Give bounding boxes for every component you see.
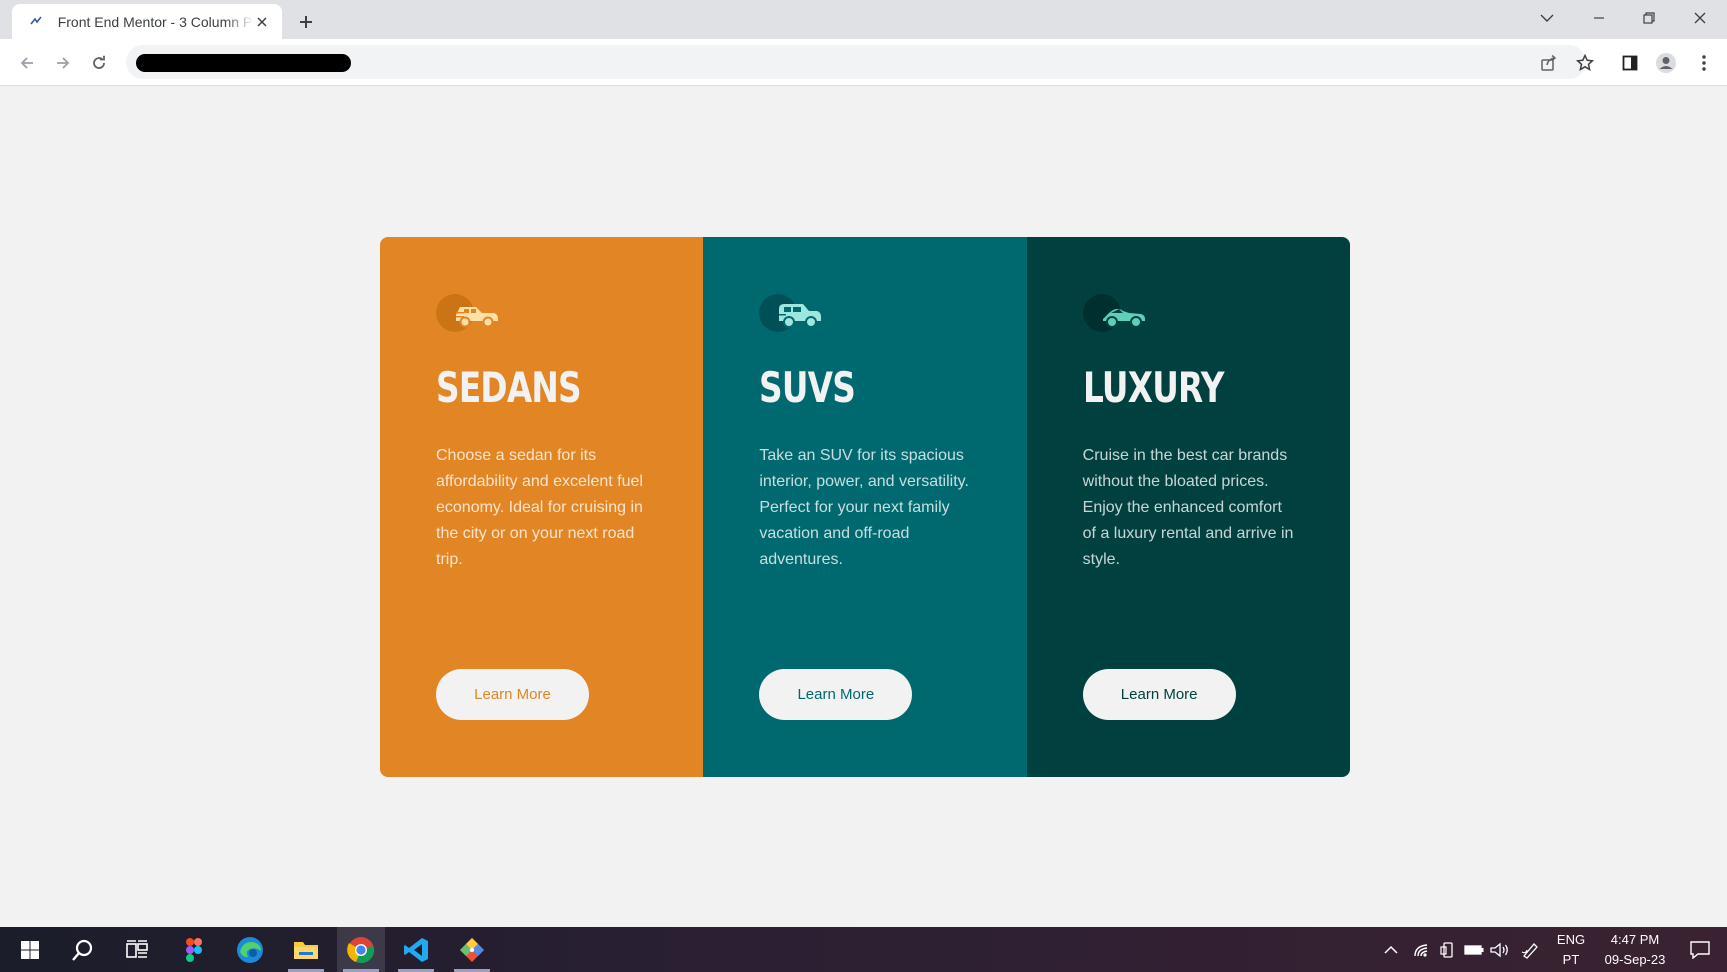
learn-more-button[interactable]: Learn More — [436, 669, 589, 720]
side-panel-icon[interactable] — [1615, 48, 1645, 78]
search-icon[interactable] — [59, 927, 107, 972]
new-tab-button[interactable] — [292, 8, 320, 36]
notifications-icon[interactable] — [1680, 927, 1720, 972]
card-luxury: LUXURY Cruise in the best car brands wit… — [1026, 237, 1350, 777]
profile-icon[interactable] — [1651, 48, 1681, 78]
file-explorer-icon[interactable] — [282, 927, 330, 972]
address-bar[interactable] — [126, 45, 1586, 79]
card-sedans: SEDANS Choose a sedan for its affordabil… — [380, 237, 704, 777]
forward-icon[interactable] — [48, 48, 78, 78]
card-title: SEDANS — [436, 363, 582, 412]
back-icon[interactable] — [12, 48, 42, 78]
reload-icon[interactable] — [84, 48, 114, 78]
card-title: LUXURY — [1082, 363, 1224, 412]
learn-more-button[interactable]: Learn More — [1082, 669, 1236, 720]
learn-more-button[interactable]: Learn More — [759, 669, 913, 720]
language-bottom: PT — [1562, 951, 1580, 967]
phone-link-icon[interactable] — [1436, 927, 1460, 972]
share-icon[interactable] — [1534, 48, 1564, 78]
redacted-url — [136, 54, 351, 72]
sedan-car-icon — [436, 294, 498, 332]
tab-search-icon[interactable] — [1522, 0, 1572, 36]
luxury-car-icon — [1082, 294, 1145, 332]
git-icon[interactable] — [448, 927, 496, 972]
language-top: ENG — [1556, 931, 1586, 947]
chrome-icon[interactable] — [337, 927, 385, 972]
clock-time: 4:47 PM — [1610, 931, 1660, 947]
suv-car-icon — [759, 294, 822, 332]
volume-icon[interactable] — [1488, 927, 1512, 972]
card-description: Choose a sedan for its affordability and… — [436, 447, 643, 568]
wifi-icon[interactable] — [1410, 927, 1434, 972]
preview-card-group: SEDANS Choose a sedan for its affordabil… — [380, 237, 1350, 777]
close-window-icon[interactable] — [1675, 0, 1725, 36]
tab-favicon-icon — [28, 14, 44, 30]
bookmark-star-icon[interactable] — [1570, 48, 1600, 78]
browser-toolbar — [0, 39, 1727, 86]
figma-icon[interactable] — [170, 927, 218, 972]
battery-icon[interactable] — [1462, 927, 1486, 972]
tab-title: Front End Mentor - 3 Column Preview Card — [57, 13, 255, 30]
card-suvs: SUVS Take an SUV for its spacious interi… — [703, 237, 1027, 777]
card-description: Cruise in the best car brands without th… — [1082, 447, 1294, 568]
windows-taskbar: ENG PT 4:47 PM 09-Sep-23 — [0, 927, 1727, 972]
pen-workspace-icon[interactable] — [1518, 927, 1542, 972]
card-description: Take an SUV for its spacious interior, p… — [759, 447, 969, 568]
windows-start-icon[interactable] — [6, 927, 54, 972]
task-view-icon[interactable] — [113, 927, 161, 972]
minimize-icon[interactable] — [1574, 0, 1624, 36]
vscode-icon[interactable] — [392, 927, 440, 972]
input-language[interactable]: ENG PT — [1549, 927, 1593, 972]
edge-icon[interactable] — [226, 927, 274, 972]
browser-tab-bar: Front End Mentor - 3 Column Preview Card — [0, 0, 1727, 39]
clock[interactable]: 4:47 PM 09-Sep-23 — [1594, 927, 1676, 972]
browser-tab[interactable]: Front End Mentor - 3 Column Preview Card — [12, 4, 282, 39]
show-hidden-icons-chevron-icon[interactable] — [1380, 927, 1402, 972]
card-title: SUVS — [759, 363, 856, 412]
page-viewport: SEDANS Choose a sedan for its affordabil… — [3, 86, 1727, 927]
menu-kebab-icon[interactable] — [1689, 48, 1719, 78]
restore-icon[interactable] — [1624, 0, 1674, 36]
clock-date: 09-Sep-23 — [1604, 951, 1666, 967]
tab-close-icon[interactable] — [254, 14, 270, 30]
